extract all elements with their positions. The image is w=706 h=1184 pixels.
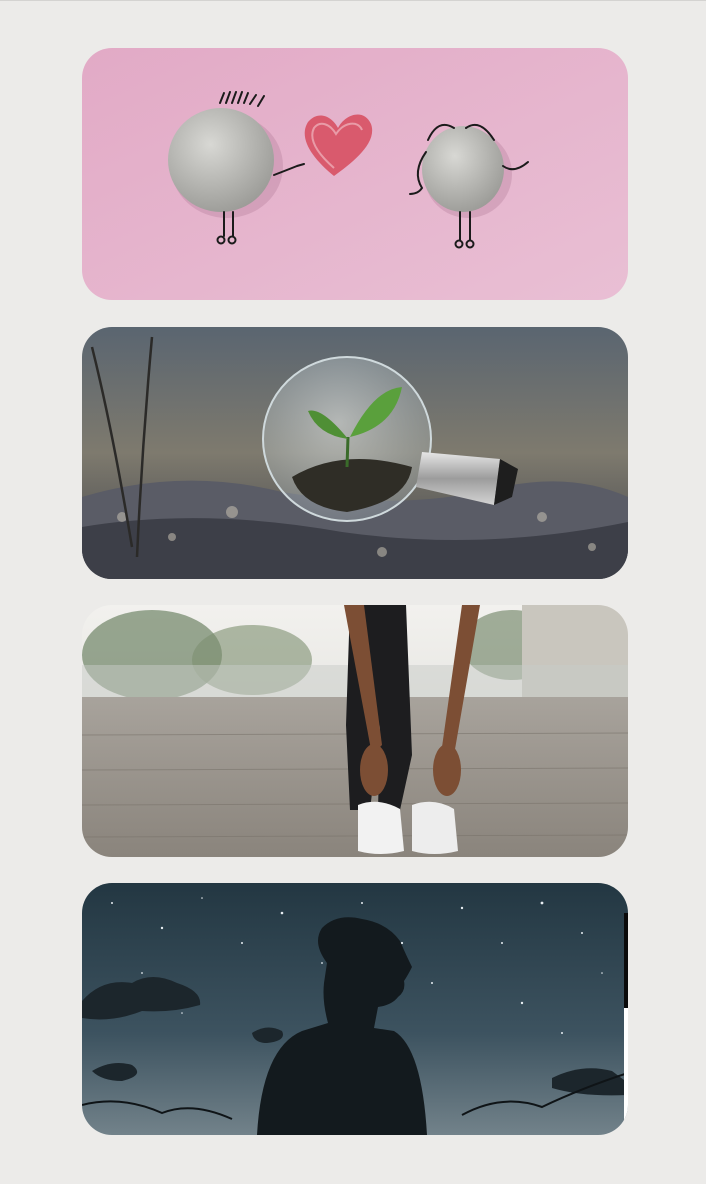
top-divider [0,0,706,1]
plant-in-lightbulb-image [82,327,628,579]
gallery-image-stretching[interactable] [82,605,628,857]
gallery-image-stargazer[interactable] [82,883,628,1135]
person-stretching-image [82,605,628,857]
silhouette-under-stars-image [82,883,628,1135]
gallery-image-pebbles[interactable] [82,48,628,300]
pebble-couple-heart-image [82,48,628,300]
gallery-image-lightbulb[interactable] [82,327,628,579]
